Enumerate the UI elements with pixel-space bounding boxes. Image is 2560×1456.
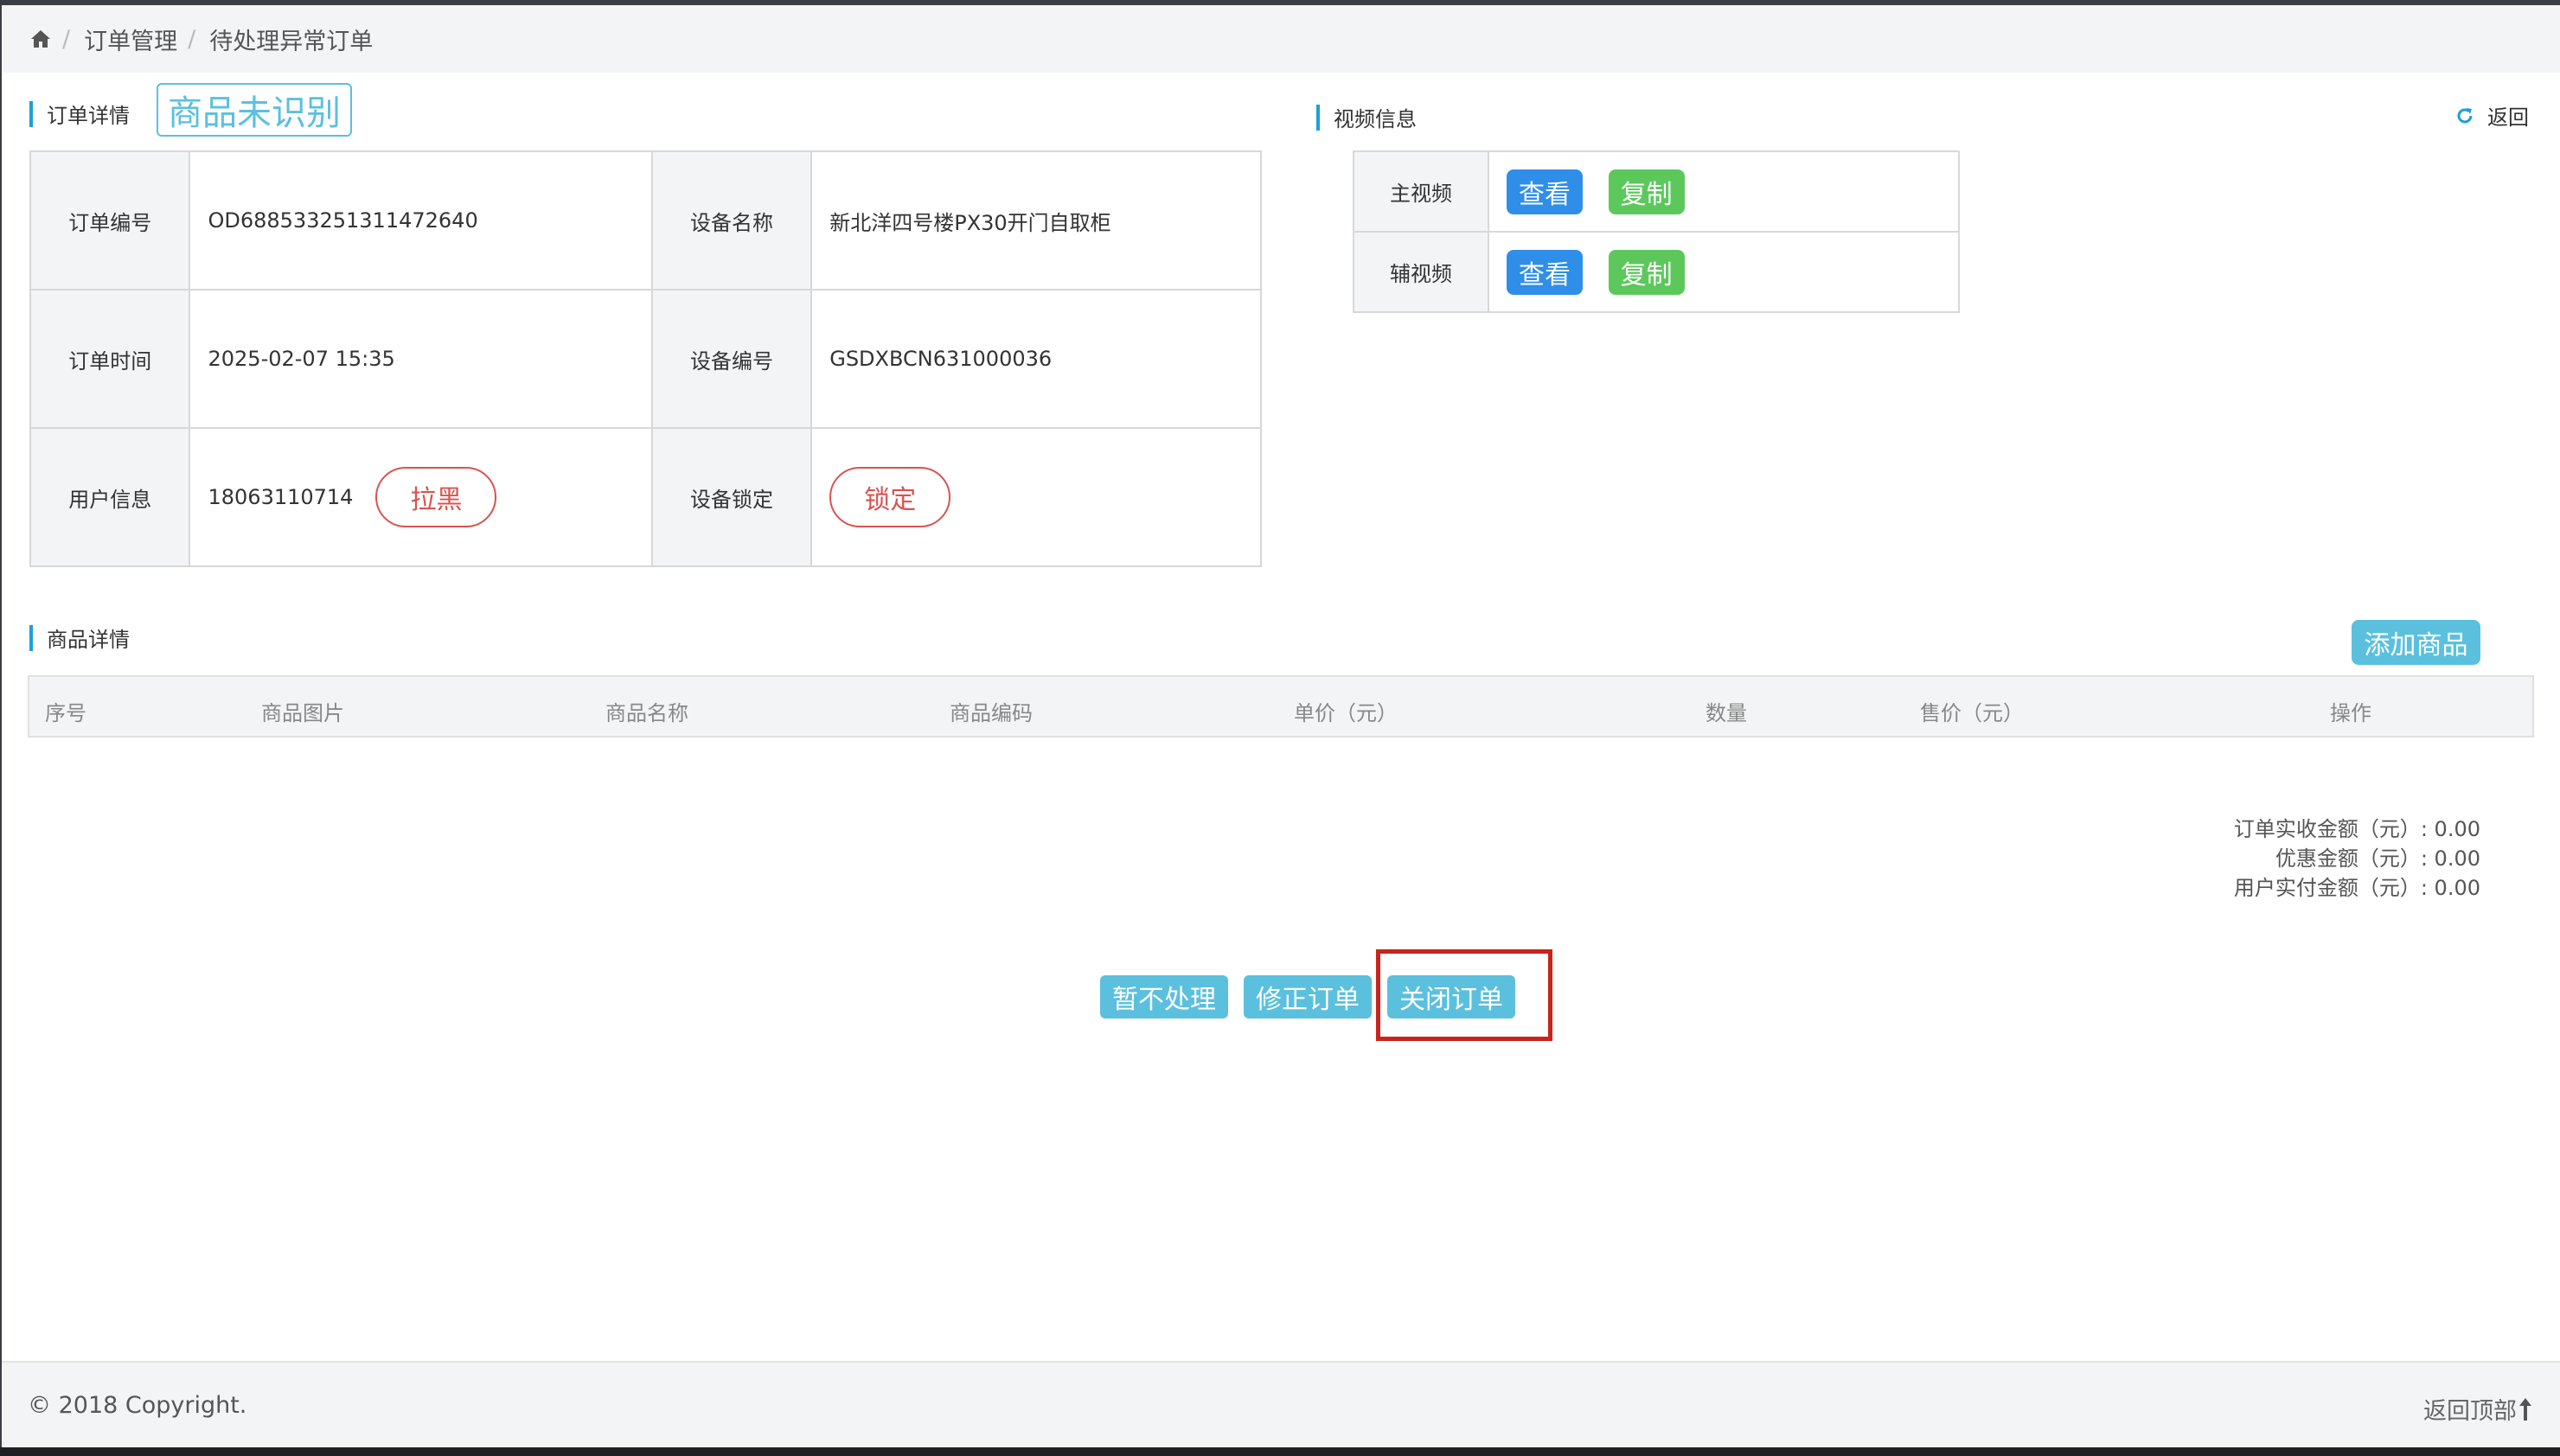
video-info-section-title: 视频信息 <box>1316 102 1417 132</box>
breadcrumb-item-pending-abnormal-orders: 待处理异常订单 <box>209 28 374 55</box>
device-lock-cell: 锁定 <box>810 427 1262 567</box>
user-info-label: 用户信息 <box>29 427 191 567</box>
blacklist-button[interactable]: 拉黑 <box>375 467 497 527</box>
device-id-label: 设备编号 <box>650 289 813 429</box>
back-to-top-button[interactable]: 返回顶部 <box>2423 1392 2534 1426</box>
order-totals: 订单实收金额（元）: 0.00 优惠金额（元）: 0.00 用户实付金额（元）:… <box>2234 814 2480 903</box>
add-goods-button[interactable]: 添加商品 <box>2352 620 2480 665</box>
refresh-icon <box>2457 107 2473 123</box>
aux-video-label: 辅视频 <box>1353 231 1489 313</box>
copyright-text: © 2018 Copyright. <box>28 1392 247 1419</box>
discount-amount: 优惠金额（元）: 0.00 <box>2275 846 2480 871</box>
defer-button[interactable]: 暂不处理 <box>1100 975 1228 1019</box>
device-name-label: 设备名称 <box>650 150 813 291</box>
home-icon[interactable] <box>29 28 52 50</box>
view-main-video-button[interactable]: 查看 <box>1507 169 1583 214</box>
arrow-up-icon <box>2519 1397 2531 1421</box>
goods-detail-section-title: 商品详情 <box>29 623 130 653</box>
breadcrumb-separator: / <box>188 25 196 53</box>
column-header-quantity: 数量 <box>1706 701 1747 725</box>
column-header-sale-price: 售价（元） <box>1920 701 2024 725</box>
copy-aux-video-button[interactable]: 复制 <box>1608 249 1685 295</box>
device-name-value: 新北洋四号楼PX30开门自取柜 <box>810 150 1262 291</box>
aux-video-actions: 查看 复制 <box>1488 231 1960 313</box>
section-accent-bar <box>1316 104 1320 131</box>
column-header-operation: 操作 <box>2330 701 2371 725</box>
user-phone-value: 18063110714 <box>208 485 354 509</box>
breadcrumb-item-order-management[interactable]: 订单管理 <box>84 22 177 56</box>
order-number-label: 订单编号 <box>29 150 191 291</box>
copy-main-video-button[interactable]: 复制 <box>1608 169 1685 214</box>
device-lock-label: 设备锁定 <box>650 427 813 567</box>
window-bottom-border <box>0 1447 2560 1456</box>
table-row: 辅视频 查看 复制 <box>1353 231 1960 313</box>
back-button[interactable]: 返回 <box>2454 100 2529 131</box>
column-header-unit-price: 单价（元） <box>1294 701 1398 725</box>
table-row: 订单时间 2025-02-07 15:35 设备编号 GSDXBCN631000… <box>29 289 1262 429</box>
received-amount: 订单实收金额（元）: 0.00 <box>2233 817 2480 841</box>
view-aux-video-button[interactable]: 查看 <box>1507 249 1583 295</box>
goods-detail-title: 商品详情 <box>47 628 130 652</box>
main-video-actions: 查看 复制 <box>1488 150 1960 233</box>
order-detail-section-title: 订单详情 <box>29 99 130 129</box>
order-time-label: 订单时间 <box>29 289 191 429</box>
fix-order-button[interactable]: 修正订单 <box>1244 975 1372 1019</box>
status-badge: 商品未识别 <box>157 83 352 137</box>
back-to-top-label: 返回顶部 <box>2423 1398 2517 1425</box>
goods-table-header: 序号 商品图片 商品名称 商品编码 单价（元） 数量 售价（元） 操作 <box>28 675 2534 738</box>
window-left-border <box>0 0 2 1456</box>
order-time-value: 2025-02-07 15:35 <box>189 289 653 429</box>
breadcrumb: / 订单管理 / 待处理异常订单 <box>2 5 2560 73</box>
lock-device-button[interactable]: 锁定 <box>829 467 951 527</box>
section-accent-bar <box>29 100 33 127</box>
paid-amount: 用户实付金额（元）: 0.00 <box>2233 876 2480 900</box>
breadcrumb-separator: / <box>62 25 71 53</box>
highlight-box <box>1376 949 1552 1041</box>
column-header-name: 商品名称 <box>605 701 688 725</box>
order-detail-table: 订单编号 OD688533251311472640 设备名称 新北洋四号楼PX3… <box>29 150 1262 567</box>
order-detail-title: 订单详情 <box>47 104 130 128</box>
back-label: 返回 <box>2487 105 2529 130</box>
device-id-value: GSDXBCN631000036 <box>810 289 1262 429</box>
user-info-cell: 18063110714 拉黑 <box>189 427 653 567</box>
column-header-code: 商品编码 <box>950 701 1033 725</box>
column-header-index: 序号 <box>45 701 86 725</box>
section-accent-bar <box>29 624 33 651</box>
table-row: 订单编号 OD688533251311472640 设备名称 新北洋四号楼PX3… <box>29 150 1262 291</box>
video-info-table: 主视频 查看 复制 辅视频 查看 复制 <box>1353 150 1960 313</box>
column-header-image: 商品图片 <box>261 701 344 725</box>
video-info-title: 视频信息 <box>1334 107 1417 131</box>
table-row: 用户信息 18063110714 拉黑 设备锁定 锁定 <box>29 427 1262 567</box>
footer: © 2018 Copyright. 返回顶部 <box>2 1361 2560 1447</box>
main-video-label: 主视频 <box>1353 150 1489 233</box>
table-row: 主视频 查看 复制 <box>1353 150 1960 233</box>
order-number-value: OD688533251311472640 <box>189 150 653 291</box>
